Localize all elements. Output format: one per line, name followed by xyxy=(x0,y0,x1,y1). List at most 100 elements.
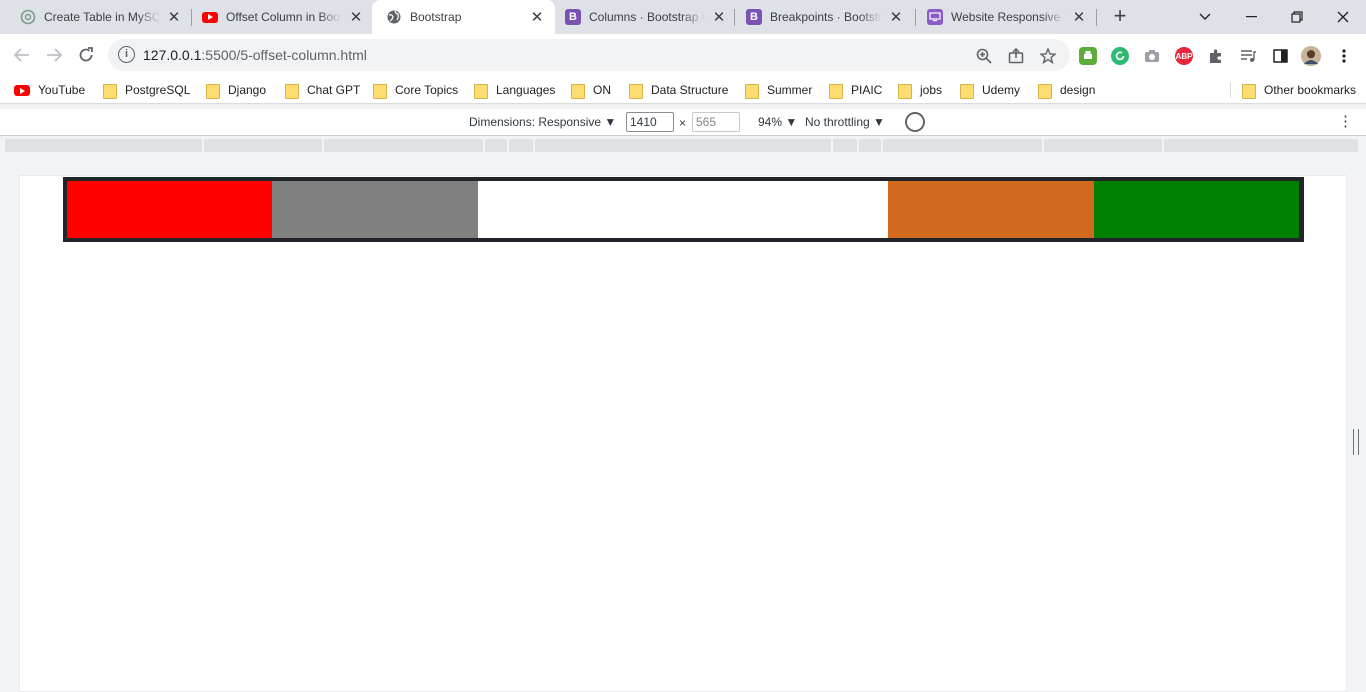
bookmark-udemy[interactable]: Udemy xyxy=(960,81,1020,99)
tab-responsive-tester[interactable]: Website Responsive Te ✕ xyxy=(913,0,1097,34)
bookmarks-divider xyxy=(1230,82,1231,98)
device-toolbar: Dimensions: Responsive ▼ 1410 × 565 94% … xyxy=(0,107,1366,137)
side-panel-icon[interactable] xyxy=(1270,46,1290,66)
url-text[interactable]: 127.0.0.1:5500/5-offset-column.html xyxy=(143,47,367,63)
bookmark-summer[interactable]: Summer xyxy=(745,81,812,99)
width-input[interactable]: 1410 xyxy=(626,112,674,132)
share-icon[interactable] xyxy=(1006,46,1026,66)
bookmark-piaic[interactable]: PIAIC xyxy=(829,81,882,99)
ruler-segment[interactable] xyxy=(204,139,322,152)
ruler-segment[interactable] xyxy=(324,139,483,152)
bookmark-jobs[interactable]: jobs xyxy=(898,81,942,99)
refresh-extension-icon[interactable] xyxy=(1111,47,1129,65)
responsive-tester-icon xyxy=(927,9,943,25)
back-icon[interactable] xyxy=(10,43,34,67)
ruler-segment[interactable] xyxy=(535,139,831,152)
minimize-button[interactable] xyxy=(1228,0,1274,34)
bootstrap-icon: B xyxy=(746,9,762,25)
bookmark-label: Languages xyxy=(496,83,556,97)
reading-list-icon[interactable] xyxy=(1238,46,1258,66)
bookmark-label: Data Structure xyxy=(651,83,729,97)
ruler-segment[interactable] xyxy=(859,139,881,152)
column-chocolate xyxy=(888,181,1094,238)
printer-extension-icon[interactable] xyxy=(1079,47,1097,65)
close-tab-icon[interactable]: ✕ xyxy=(348,8,364,26)
camera-icon[interactable] xyxy=(1143,47,1161,65)
tab-breakpoints-bootstrap[interactable]: B Breakpoints · Bootstrap ✕ xyxy=(732,0,914,34)
bookmark-design[interactable]: design xyxy=(1038,81,1095,99)
zoom-icon[interactable] xyxy=(974,46,994,66)
tab-offset-column[interactable]: Offset Column in Boot ✕ xyxy=(188,0,374,34)
column-red xyxy=(67,181,272,238)
ruler-segment[interactable] xyxy=(485,139,507,152)
ruler-segment[interactable] xyxy=(833,139,857,152)
folder-icon xyxy=(206,83,220,99)
restore-button[interactable] xyxy=(1274,0,1320,34)
bookmark-label: YouTube xyxy=(38,83,86,97)
more-options-icon[interactable]: ⋮ xyxy=(1338,112,1353,131)
column-gray xyxy=(272,181,478,238)
browser-toolbar: i 127.0.0.1:5500/5-offset-column.html AB… xyxy=(0,34,1366,76)
ruler-segment[interactable] xyxy=(509,139,533,152)
youtube-icon xyxy=(14,84,30,96)
throttling-dropdown[interactable]: No throttling ▼ xyxy=(805,115,885,129)
ruler-segment[interactable] xyxy=(1164,139,1358,152)
forward-icon[interactable] xyxy=(42,43,66,67)
bookmark-postgresql[interactable]: PostgreSQL xyxy=(103,81,190,99)
tab-title: Columns · Bootstrap v xyxy=(589,10,705,24)
dropdown-arrow-icon: ▼ xyxy=(604,115,617,129)
bookmark-core-topics[interactable]: Core Topics xyxy=(373,81,458,99)
folder-icon xyxy=(285,83,299,99)
folder-icon xyxy=(1242,83,1256,99)
close-window-button[interactable] xyxy=(1320,0,1366,34)
bookmark-data-structure[interactable]: Data Structure xyxy=(629,81,728,99)
address-bar[interactable]: i 127.0.0.1:5500/5-offset-column.html xyxy=(108,39,1070,71)
folder-icon xyxy=(373,83,387,99)
bookmark-languages[interactable]: Languages xyxy=(474,81,555,99)
ruler-segment[interactable] xyxy=(5,139,202,152)
bookmark-label: PostgreSQL xyxy=(125,83,191,97)
resize-handle[interactable] xyxy=(1353,429,1359,455)
bookmark-youtube[interactable]: YouTube xyxy=(14,81,85,99)
close-tab-icon[interactable]: ✕ xyxy=(1071,8,1087,26)
bookmark-label: Summer xyxy=(767,83,813,97)
tab-strip: Create Table in MySQL ✕ Offset Column in… xyxy=(0,0,1366,34)
zoom-dropdown[interactable]: 94% ▼ xyxy=(758,115,797,129)
avatar[interactable] xyxy=(1301,46,1321,66)
adblock-icon[interactable]: ABP xyxy=(1175,47,1193,65)
height-input[interactable]: 565 xyxy=(692,112,740,132)
menu-icon[interactable] xyxy=(1334,46,1354,66)
column-green xyxy=(1094,181,1299,238)
other-bookmarks[interactable]: Other bookmarks xyxy=(1242,81,1356,99)
tab-title: Breakpoints · Bootstrap xyxy=(770,10,882,24)
ruler-segment[interactable] xyxy=(883,139,1042,152)
bookmark-django[interactable]: Django xyxy=(206,81,266,99)
close-tab-icon[interactable]: ✕ xyxy=(711,8,727,26)
close-tab-icon[interactable]: ✕ xyxy=(888,8,904,26)
new-tab-button[interactable]: + xyxy=(1108,5,1132,29)
tab-bootstrap[interactable]: Bootstrap ✕ xyxy=(372,0,555,34)
extensions-puzzle-icon[interactable] xyxy=(1207,47,1225,65)
reload-icon[interactable] xyxy=(74,43,98,67)
ruler-segment[interactable] xyxy=(1044,139,1162,152)
bootstrap-icon: B xyxy=(565,9,581,25)
folder-icon xyxy=(1038,83,1052,99)
folder-icon xyxy=(829,83,843,99)
tab-title: Create Table in MySQL xyxy=(44,10,160,24)
tab-title: Bootstrap xyxy=(410,10,462,24)
close-tab-icon[interactable]: ✕ xyxy=(529,8,545,26)
close-tab-icon[interactable]: ✕ xyxy=(166,8,182,26)
globe-icon xyxy=(386,9,402,25)
tab-create-table[interactable]: Create Table in MySQL ✕ xyxy=(6,0,192,34)
site-info-icon[interactable]: i xyxy=(118,46,135,63)
dropdown-arrow-icon: ▼ xyxy=(785,115,798,129)
rotate-icon[interactable] xyxy=(900,107,930,137)
bookmark-star-icon[interactable] xyxy=(1038,46,1058,66)
bookmark-chat-gpt[interactable]: Chat GPT xyxy=(285,81,360,99)
bookmark-label: ON xyxy=(593,83,611,97)
tab-search-icon[interactable] xyxy=(1182,0,1228,34)
tab-columns-bootstrap[interactable]: B Columns · Bootstrap v ✕ xyxy=(551,0,737,34)
dimensions-dropdown[interactable]: Dimensions: Responsive ▼ xyxy=(469,115,616,129)
folder-icon xyxy=(629,83,643,99)
bookmark-on[interactable]: ON xyxy=(571,81,611,99)
